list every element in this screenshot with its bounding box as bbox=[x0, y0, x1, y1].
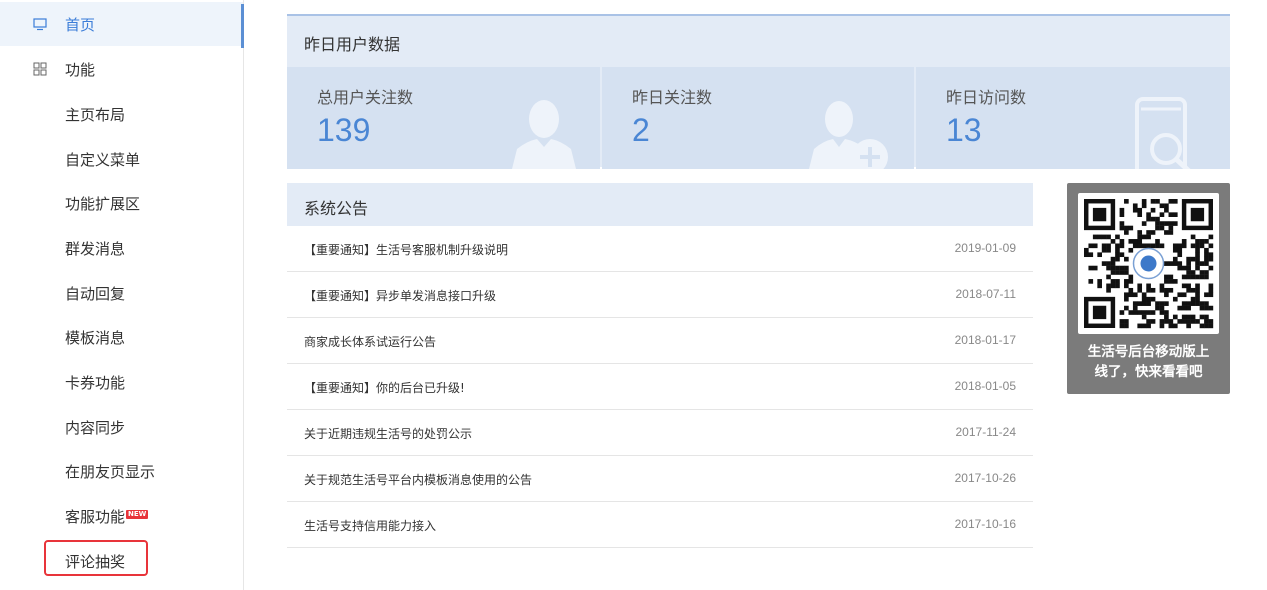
monitor-icon bbox=[33, 18, 47, 31]
sidebar-item-label: 功能 bbox=[65, 60, 96, 79]
stat-value: 139 bbox=[317, 112, 371, 148]
sidebar-item-label: 首页 bbox=[65, 15, 96, 34]
user-icon bbox=[512, 100, 576, 169]
sidebar-item-coupons[interactable]: 卡券功能 bbox=[0, 360, 243, 404]
list-item[interactable]: 【重要通知】异步单发消息接口升级 2018-07-11 bbox=[287, 272, 1033, 318]
sidebar-item-label: 主页布局 bbox=[65, 105, 126, 124]
announcement-date: 2019-01-09 bbox=[954, 241, 1016, 255]
announcement-title[interactable]: 【重要通知】异步单发消息接口升级 bbox=[304, 287, 496, 304]
announcement-date: 2017-11-24 bbox=[955, 425, 1017, 439]
stat-value: 13 bbox=[946, 112, 982, 148]
sidebar-item-home[interactable]: 首页 bbox=[0, 2, 244, 48]
announcement-title[interactable]: 关于规范生活号平台内模板消息使用的公告 bbox=[304, 471, 532, 488]
announcement-title[interactable]: 生活号支持信用能力接入 bbox=[304, 517, 436, 534]
qr-caption-line2: 线了，快来看看吧 bbox=[1094, 364, 1203, 380]
stat-label: 总用户关注数 bbox=[317, 88, 414, 107]
sidebar-item-label: 在朋友页显示 bbox=[65, 462, 156, 481]
stats-title: 昨日用户数据 bbox=[304, 35, 401, 54]
sidebar-item-label: 内容同步 bbox=[65, 418, 126, 437]
sidebar-item-label: 功能扩展区 bbox=[65, 194, 141, 213]
sidebar-item-label: 自动回复 bbox=[65, 284, 126, 303]
sidebar: 首页 功能 主页布局 自定义菜单 功能扩展区 群发消息 自动回复 模板消息 卡券… bbox=[0, 0, 244, 590]
announcement-date: 2018-01-17 bbox=[954, 333, 1016, 347]
sidebar-item-extension-area[interactable]: 功能扩展区 bbox=[0, 181, 243, 225]
sidebar-item-auto-reply[interactable]: 自动回复 bbox=[0, 271, 243, 315]
mobile-qr-panel: 生活号后台移动版上 线了，快来看看吧 bbox=[1067, 183, 1230, 394]
list-item[interactable]: 生活号支持信用能力接入 2017-10-16 bbox=[287, 502, 1033, 548]
sidebar-item-friends-page[interactable]: 在朋友页显示 bbox=[0, 449, 243, 493]
list-item[interactable]: 【重要通知】生活号客服机制升级说明 2019-01-09 bbox=[287, 226, 1033, 272]
announcement-date: 2017-10-26 bbox=[954, 471, 1016, 485]
stat-label: 昨日关注数 bbox=[632, 88, 713, 107]
qr-caption: 生活号后台移动版上 线了，快来看看吧 bbox=[1067, 342, 1230, 382]
sidebar-item-label-wrap: 客服功能 NEW bbox=[65, 506, 149, 527]
sidebar-item-label: 模板消息 bbox=[65, 328, 126, 347]
sidebar-item-content-sync[interactable]: 内容同步 bbox=[0, 405, 243, 449]
announcement-title[interactable]: 【重要通知】你的后台已升级! bbox=[304, 379, 465, 396]
stat-value: 2 bbox=[632, 112, 650, 148]
grid-icon bbox=[33, 62, 47, 76]
user-add-icon bbox=[809, 101, 888, 169]
sidebar-item-customer-service[interactable]: 客服功能 NEW bbox=[0, 494, 243, 538]
sidebar-item-label: 卡券功能 bbox=[65, 373, 126, 392]
list-item[interactable]: 关于近期违规生活号的处罚公示 2017-11-24 bbox=[287, 410, 1033, 456]
qr-code-image bbox=[1084, 199, 1214, 329]
new-badge: NEW bbox=[126, 509, 149, 519]
qr-code bbox=[1078, 193, 1219, 334]
sidebar-item-features[interactable]: 功能 bbox=[0, 47, 243, 91]
phone-search-icon bbox=[1135, 97, 1191, 169]
sidebar-item-label: 自定义菜单 bbox=[65, 150, 141, 169]
announcements-title: 系统公告 bbox=[304, 199, 369, 218]
sidebar-item-template-msg[interactable]: 模板消息 bbox=[0, 315, 243, 359]
sidebar-item-broadcast[interactable]: 群发消息 bbox=[0, 226, 243, 270]
sidebar-item-home-layout[interactable]: 主页布局 bbox=[0, 92, 243, 136]
highlight-box bbox=[44, 540, 148, 576]
sidebar-item-label: 客服功能 bbox=[65, 507, 126, 526]
announcement-title[interactable]: 商家成长体系试运行公告 bbox=[304, 333, 436, 350]
stat-card-yesterday-follows: 昨日关注数 2 bbox=[602, 67, 914, 169]
stat-label: 昨日访问数 bbox=[946, 88, 1027, 107]
sidebar-item-custom-menu[interactable]: 自定义菜单 bbox=[0, 137, 243, 181]
announcement-title[interactable]: 【重要通知】生活号客服机制升级说明 bbox=[304, 241, 508, 258]
qr-caption-line1: 生活号后台移动版上 bbox=[1087, 344, 1210, 360]
yesterday-stats-panel: 昨日用户数据 总用户关注数 139 昨日关注数 2 昨日访问数 13 bbox=[287, 14, 1230, 169]
stat-card-yesterday-visits: 昨日访问数 13 bbox=[916, 67, 1230, 169]
list-item[interactable]: 关于规范生活号平台内模板消息使用的公告 2017-10-26 bbox=[287, 456, 1033, 502]
system-announcements: 系统公告 【重要通知】生活号客服机制升级说明 2019-01-09 【重要通知】… bbox=[287, 183, 1033, 548]
list-item[interactable]: 【重要通知】你的后台已升级! 2018-01-05 bbox=[287, 364, 1033, 410]
stat-card-total-followers: 总用户关注数 139 bbox=[287, 67, 600, 169]
announcement-title[interactable]: 关于近期违规生活号的处罚公示 bbox=[304, 425, 472, 442]
announcement-date: 2018-01-05 bbox=[954, 379, 1016, 393]
sidebar-item-label: 群发消息 bbox=[65, 239, 126, 258]
list-item[interactable]: 商家成长体系试运行公告 2018-01-17 bbox=[287, 318, 1033, 364]
announcements-header: 系统公告 bbox=[287, 183, 1033, 226]
announcement-date: 2017-10-16 bbox=[954, 517, 1016, 531]
announcement-date: 2018-07-11 bbox=[955, 287, 1017, 301]
